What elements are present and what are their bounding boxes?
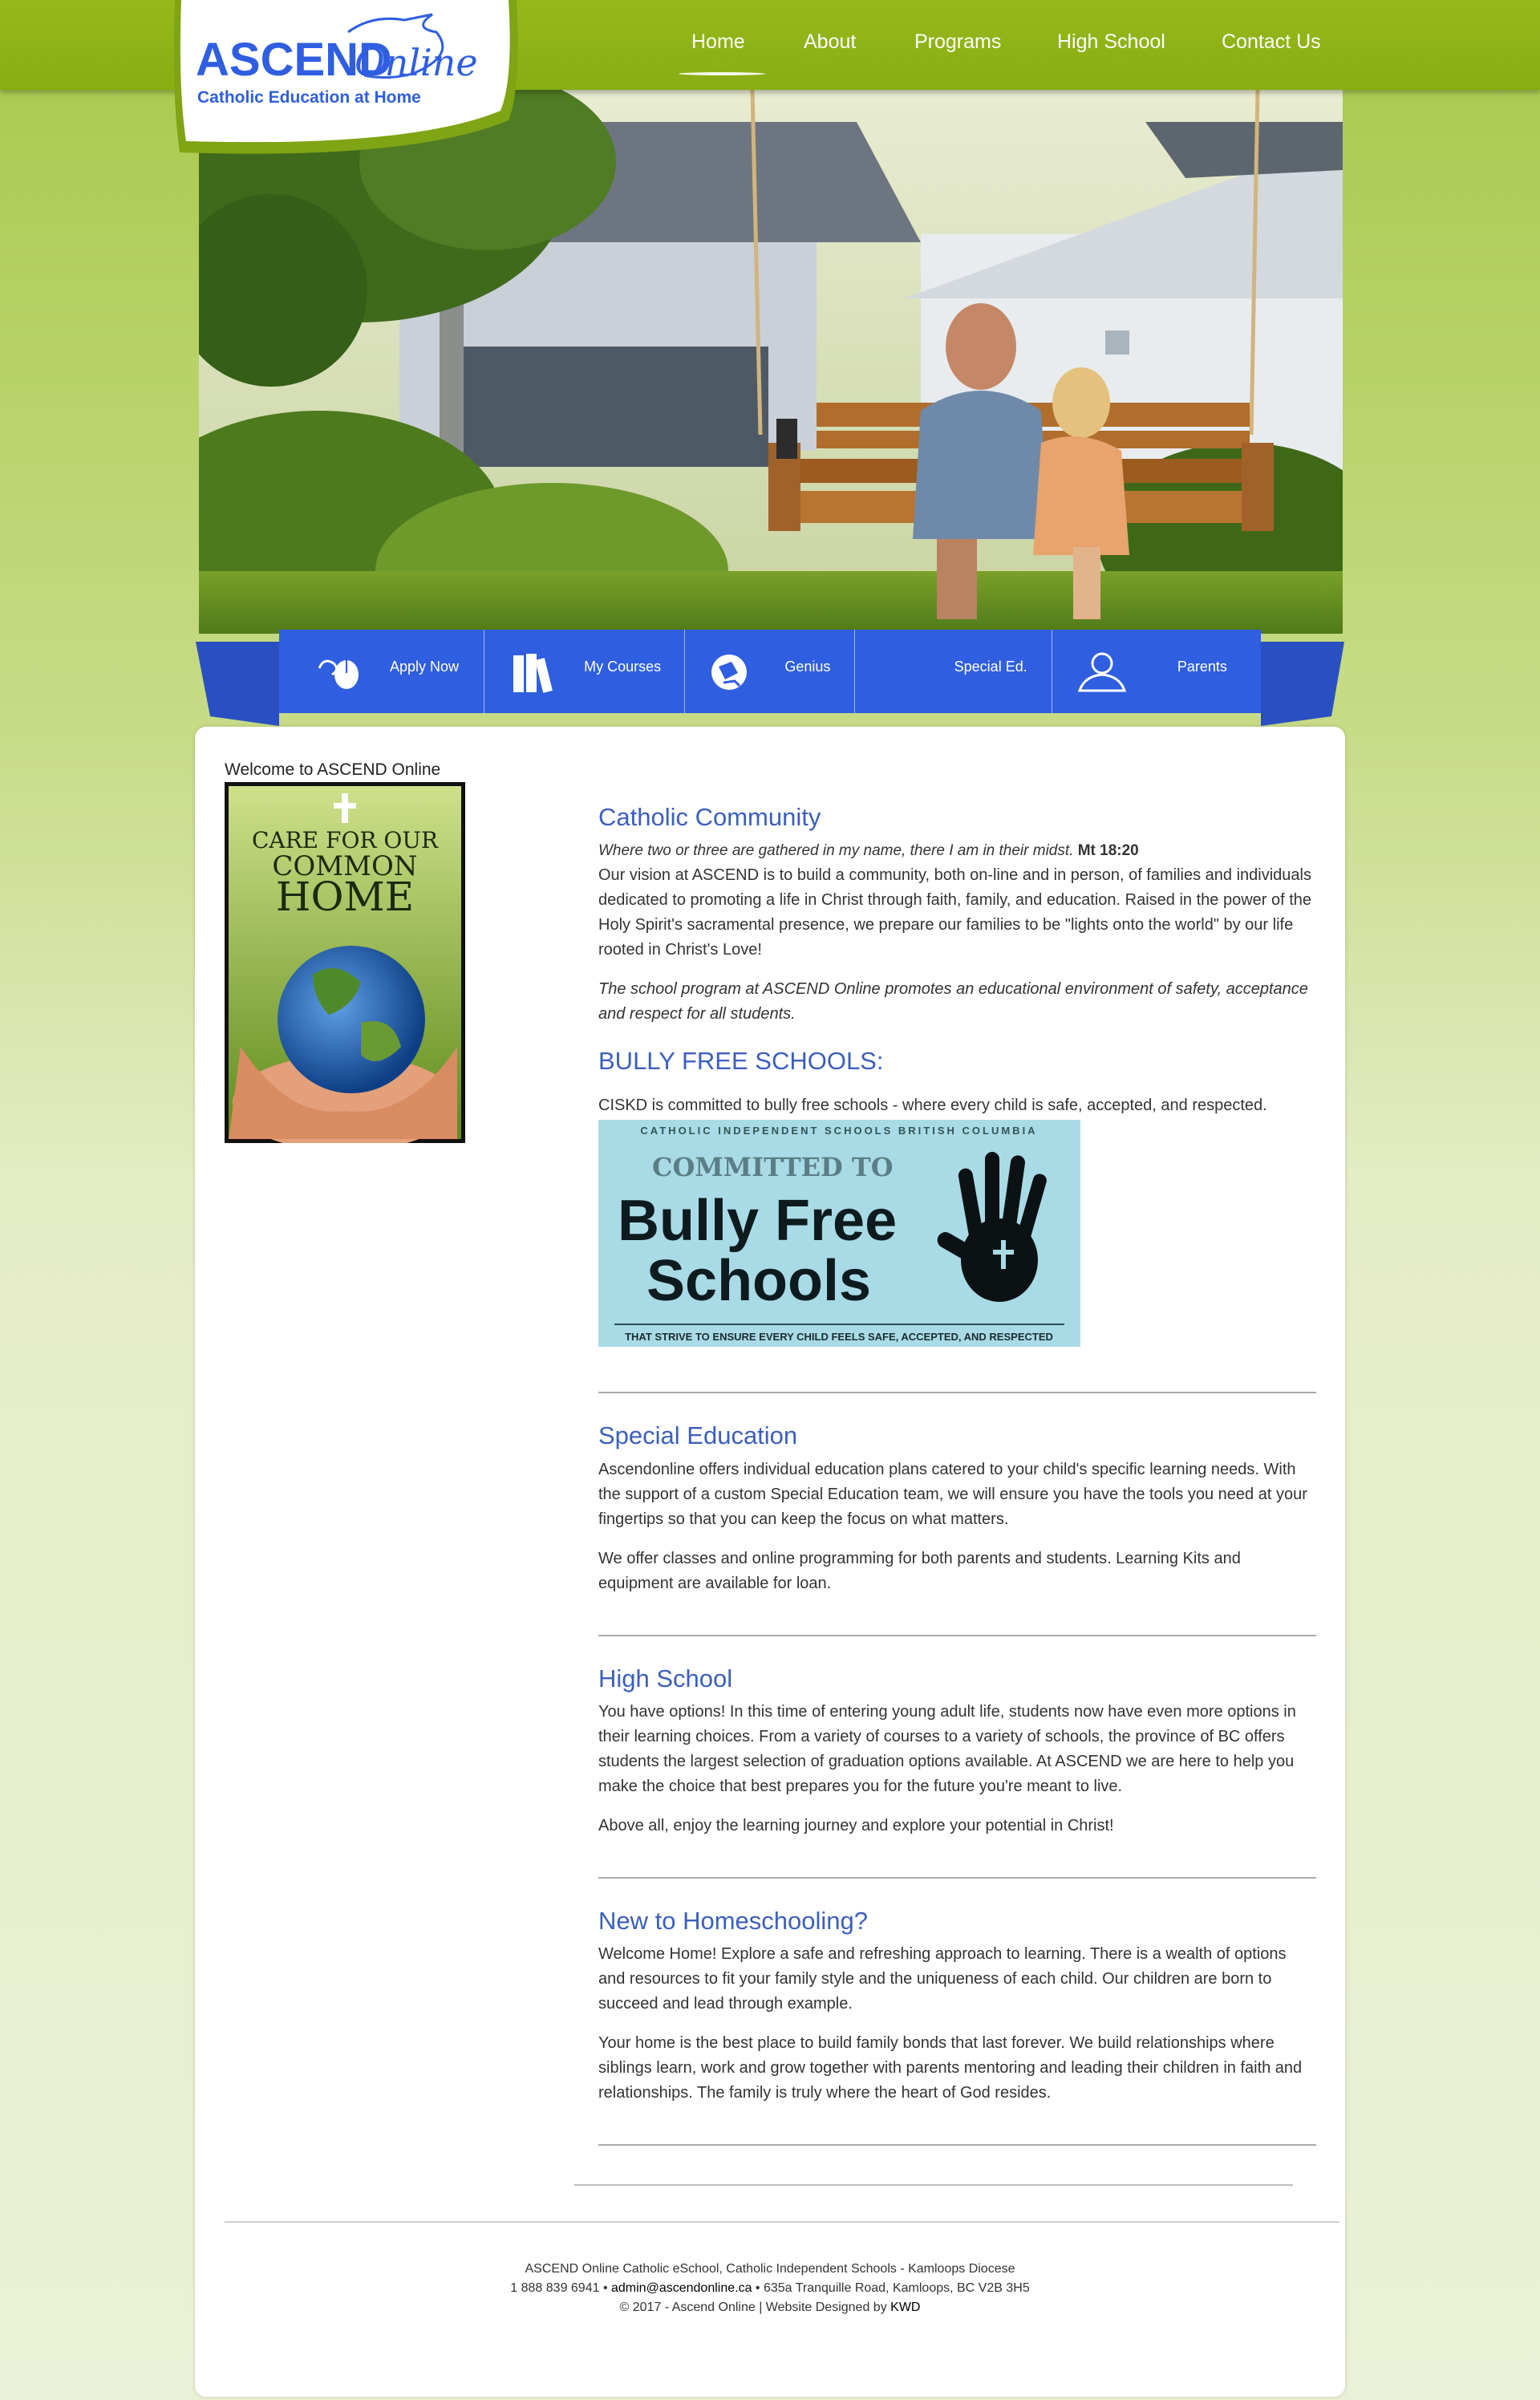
bully-free-banner: CATHOLIC INDEPENDENT SCHOOLS BRITISH COL… [598, 1120, 1080, 1348]
care-for-our-common-home-poster: CARE FOR OUR COMMON HOME [225, 782, 465, 1151]
footer: ASCEND Online Catholic eSchool, Catholic… [195, 2260, 1345, 2317]
bully-free-heading: BULLY FREE SCHOOLS: [598, 1047, 884, 1076]
community-paragraph-2: The school program at ASCEND Online prom… [598, 980, 1308, 1024]
banner-committed-text: COMMITTED TO [652, 1152, 894, 1182]
footer-phone: 1 888 839 6941 [510, 2281, 600, 2295]
quick-link-label: Parents [1177, 659, 1227, 675]
community-paragraph-1: Our vision at ASCEND is to build a commu… [598, 866, 1312, 959]
homeschooling-paragraph-1: Welcome Home! Explore a safe and refresh… [598, 1944, 1287, 2013]
special-education-heading: Special Education [598, 1421, 798, 1450]
logo-tagline: Catholic Education at Home [197, 88, 421, 107]
logo-brand-script: Online [355, 41, 478, 84]
hero-image [199, 90, 1343, 634]
footer-copyright: © 2017 - Ascend Online | Website Designe… [195, 2298, 1345, 2317]
footer-organization: ASCEND Online Catholic eSchool, Catholic… [525, 2262, 1015, 2276]
footer-designer-link[interactable]: KWD [890, 2301, 920, 2314]
banner-bottom-text: THAT STRIVE TO ENSURE EVERY CHILD FEELS … [625, 1331, 1053, 1343]
footer-address: • 635a Tranquille Road, Kamloops, BC V2B… [752, 2281, 1030, 2295]
main-column: Catholic Community Where two or three ar… [598, 802, 1316, 2146]
footer-divider [574, 2184, 1293, 2186]
footer-contact: 1 888 839 6941 • admin@ascendonline.ca •… [195, 2279, 1345, 2298]
quick-links: Apply Now My Courses Genius Special Ed. … [279, 630, 1261, 713]
quick-links-bar: Apply Now My Courses Genius Special Ed. … [0, 630, 1540, 726]
quick-link-label: Genius [784, 659, 831, 675]
catholic-community-heading: Catholic Community [598, 803, 821, 831]
quick-link-parents[interactable]: Parents [1052, 630, 1261, 713]
nav-high-school[interactable]: High School [1057, 30, 1165, 54]
divider [598, 2143, 1316, 2146]
special-education-paragraph-1: Ascendonline offers individual education… [598, 1460, 1307, 1528]
new-to-homeschooling-heading: New to Homeschooling? [598, 1906, 869, 1935]
bully-free-text: CISKD is committed to bully free schools… [598, 1097, 1267, 1115]
footer-separator: • [599, 2281, 611, 2295]
divider [598, 1392, 1316, 1394]
quote-reference: Mt 18:20 [1077, 842, 1139, 860]
site-logo[interactable]: ASCEND Online Catholic Education at Home [172, 0, 525, 157]
mouse-icon [316, 651, 364, 695]
quick-link-label: Apply Now [390, 659, 460, 675]
books-icon [510, 651, 558, 699]
quick-link-label: Special Ed. [954, 659, 1027, 675]
banner-line2: Schools [646, 1249, 871, 1313]
quick-link-label: My Courses [584, 659, 662, 675]
banner-line1: Bully Free [618, 1189, 897, 1253]
homeschooling-paragraph-2: Your home is the best place to build fam… [598, 2033, 1303, 2102]
quote-text: Where two or three are gathered in my na… [598, 842, 1074, 860]
scripture-quote: Where two or three are gathered in my na… [598, 838, 1316, 863]
quick-link-genius[interactable]: Genius [685, 630, 855, 713]
quick-link-my-courses[interactable]: My Courses [484, 630, 686, 713]
quick-link-apply-now[interactable]: Apply Now [279, 630, 485, 713]
nav-contact-us[interactable]: Contact Us [1222, 30, 1321, 54]
divider [598, 1876, 1316, 1879]
active-nav-indicator [679, 72, 765, 75]
special-education-paragraph-2: We offer classes and online programming … [598, 1549, 1241, 1592]
genius-logo-icon [707, 651, 751, 698]
footer-copyright-text: © 2017 - Ascend Online | Website Designe… [619, 2301, 891, 2314]
divider [598, 1634, 1316, 1636]
quick-bar-left-wing [196, 642, 279, 726]
quick-bar-right-wing [1261, 642, 1344, 726]
footer-divider [225, 2221, 1339, 2223]
banner-top-text: CATHOLIC INDEPENDENT SCHOOLS BRITISH COL… [640, 1125, 1037, 1137]
footer-email-link[interactable]: admin@ascendonline.ca [611, 2281, 752, 2295]
user-icon [1076, 651, 1128, 698]
nav-programs[interactable]: Programs [914, 30, 1001, 54]
high-school-heading: High School [598, 1664, 733, 1693]
nav-home[interactable]: Home [691, 30, 745, 54]
nav-about[interactable]: About [804, 30, 856, 54]
poster-line3: HOME [276, 874, 414, 920]
quick-link-special-ed[interactable]: Special Ed. [855, 630, 1052, 713]
welcome-text: Welcome to ASCEND Online [225, 760, 441, 779]
high-school-paragraph-1: You have options! In this time of enteri… [598, 1702, 1296, 1795]
high-school-paragraph-2: Above all, enjoy the learning journey an… [598, 1816, 1114, 1834]
